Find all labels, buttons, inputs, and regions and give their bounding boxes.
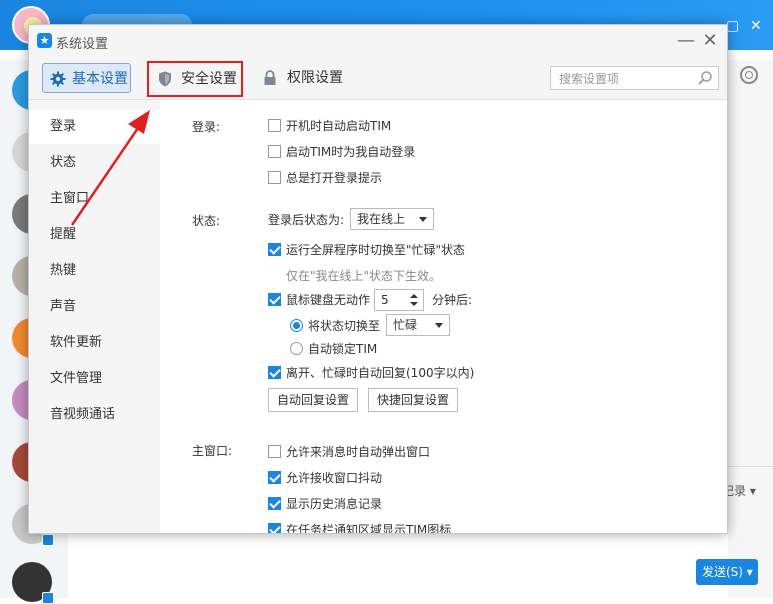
checkbox[interactable]	[268, 145, 281, 158]
checkbox[interactable]	[268, 471, 281, 484]
settings-icon[interactable]	[740, 66, 758, 84]
radio-button[interactable]	[290, 342, 303, 355]
checkbox[interactable]	[268, 171, 281, 184]
sidebar-item-login[interactable]: 登录	[29, 110, 160, 144]
idle-minutes-stepper[interactable]: 5	[374, 289, 424, 311]
status-section-label: 状态:	[192, 214, 221, 228]
main-window-option-shake[interactable]: 允许接收窗口抖动	[268, 469, 382, 487]
dialog-title: 系统设置	[56, 37, 109, 52]
search-icon[interactable]	[697, 70, 713, 86]
conversation-avatar[interactable]	[12, 562, 54, 604]
chat-panel	[728, 60, 773, 598]
tab-security-settings[interactable]: 安全设置	[147, 61, 243, 97]
checkbox[interactable]	[268, 366, 281, 379]
login-section-label: 登录:	[192, 120, 221, 134]
checkbox[interactable]	[268, 497, 281, 510]
login-option-autostart[interactable]: 开机时自动启动TIM	[268, 117, 391, 135]
sidebar-item-status[interactable]: 状态	[29, 146, 160, 180]
sidebar-item-hotkey[interactable]: 热键	[29, 254, 160, 288]
send-button[interactable]: 发送(S) ▾	[696, 559, 758, 585]
idle-lock-option[interactable]: 自动锁定TIM	[290, 340, 377, 358]
settings-content: 登录: 开机时自动启动TIM 启动TIM时为我自动登录 总是打开登录提示 状态:…	[160, 100, 727, 533]
radio-button[interactable]	[290, 319, 303, 332]
main-window-option-popup[interactable]: 允许来消息时自动弹出窗口	[268, 443, 430, 461]
settings-tabbar: 基本设置 安全设置 权限设置	[29, 57, 727, 100]
tab-label: 权限设置	[287, 70, 343, 86]
settings-dialog: ★ 系统设置 — ✕ 基本设置 安全设置 权限设置 搜索设置项 登录 状态 主窗…	[28, 24, 728, 534]
login-option-login-prompt[interactable]: 总是打开登录提示	[268, 169, 382, 187]
sidebar-item-av-call[interactable]: 音视频通话	[29, 398, 160, 432]
status-badge	[42, 534, 54, 546]
tim-logo-icon: ★	[37, 33, 52, 48]
idle-unit-label: 分钟后:	[432, 293, 473, 307]
checkbox[interactable]	[268, 119, 281, 132]
gear-icon	[50, 71, 66, 87]
fullscreen-hint: 仅在"我在线上"状态下生效。	[286, 269, 442, 283]
idle-switch-status-select[interactable]: 忙碌	[386, 314, 450, 336]
auto-reply-option[interactable]: 离开、忙碌时自动回复(100字以内)	[268, 364, 474, 382]
login-option-autologin[interactable]: 启动TIM时为我自动登录	[268, 143, 415, 161]
quick-reply-settings-button[interactable]: 快捷回复设置	[368, 388, 458, 412]
sidebar-item-main-window[interactable]: 主窗口	[29, 182, 160, 216]
sidebar-item-reminder[interactable]: 提醒	[29, 218, 160, 252]
settings-search-input[interactable]	[557, 68, 691, 90]
after-login-status-select[interactable]: 我在线上	[350, 208, 434, 230]
auto-reply-settings-button[interactable]: 自动回复设置	[268, 388, 358, 412]
idle-switch-status-option[interactable]: 将状态切换至	[290, 317, 380, 335]
after-login-status-label: 登录后状态为:	[268, 213, 345, 227]
lock-icon	[264, 70, 276, 85]
tab-label: 安全设置	[181, 71, 237, 87]
divider	[728, 466, 773, 467]
main-window-option-history[interactable]: 显示历史消息记录	[268, 495, 382, 513]
tab-permission-settings[interactable]: 权限设置	[261, 63, 351, 93]
main-window-section-label: 主窗口:	[192, 444, 233, 458]
settings-search-box	[550, 66, 719, 90]
close-icon[interactable]: ✕	[750, 18, 762, 34]
checkbox[interactable]	[268, 243, 281, 256]
stepper-down-icon[interactable]	[410, 302, 418, 306]
tab-basic-settings[interactable]: 基本设置	[42, 63, 131, 93]
tab-label: 基本设置	[72, 71, 128, 87]
close-button[interactable]: ✕	[697, 29, 723, 53]
shield-icon	[159, 71, 171, 87]
checkbox[interactable]	[268, 523, 281, 533]
minimize-button[interactable]: —	[673, 29, 699, 53]
checkbox[interactable]	[268, 445, 281, 458]
sidebar-item-sound[interactable]: 声音	[29, 290, 160, 324]
fullscreen-busy-option[interactable]: 运行全屏程序时切换至"忙碌"状态	[268, 241, 465, 259]
sidebar-item-file-management[interactable]: 文件管理	[29, 362, 160, 396]
stepper-up-icon[interactable]	[410, 294, 418, 298]
dialog-titlebar[interactable]: ★ 系统设置 — ✕	[29, 25, 727, 57]
checkbox[interactable]	[268, 293, 281, 306]
chevron-down-icon	[435, 323, 443, 328]
status-badge	[42, 592, 54, 604]
chevron-down-icon	[419, 217, 427, 222]
sidebar-item-software-update[interactable]: 软件更新	[29, 326, 160, 360]
idle-option[interactable]: 鼠标键盘无动作	[268, 291, 370, 309]
settings-sidebar: 登录 状态 主窗口 提醒 热键 声音 软件更新 文件管理 音视频通话	[29, 100, 160, 533]
main-window-option-tray-icon[interactable]: 在任务栏通知区域显示TIM图标	[268, 521, 451, 533]
